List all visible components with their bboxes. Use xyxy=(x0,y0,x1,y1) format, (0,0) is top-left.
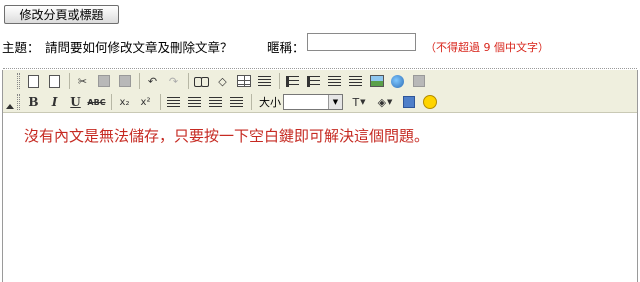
subscript-icon[interactable]: x₂ xyxy=(115,93,134,111)
preview-icon[interactable] xyxy=(24,72,43,90)
copy-icon[interactable] xyxy=(94,72,113,90)
bold-icon[interactable]: B xyxy=(24,93,43,111)
toolbar-row-2: B I U ABC x₂ x² 大小 ▼ T ▼ ◈ ▼ xyxy=(17,92,441,112)
align-center-icon[interactable] xyxy=(185,93,204,111)
unlink-icon[interactable] xyxy=(409,72,428,90)
toolbar-separator xyxy=(279,73,280,89)
font-size-select[interactable]: ▼ xyxy=(283,94,343,110)
chevron-down-icon[interactable]: ▼ xyxy=(328,95,342,109)
toolbar-grip[interactable] xyxy=(17,94,20,110)
template-icon[interactable] xyxy=(45,72,64,90)
undo-icon[interactable]: ↶ xyxy=(143,72,162,90)
eraser-icon[interactable]: ◇ xyxy=(213,72,232,90)
align-right-icon[interactable] xyxy=(206,93,225,111)
source-icon[interactable] xyxy=(399,93,418,111)
table-icon[interactable] xyxy=(234,72,253,90)
font-size-label: 大小 xyxy=(259,96,281,109)
subject-text: 請問要如何修改文章及刪除文章？ xyxy=(45,40,233,55)
numbered-list-icon[interactable] xyxy=(283,72,302,90)
superscript-icon[interactable]: x² xyxy=(136,93,155,111)
smiley-icon[interactable] xyxy=(420,93,439,111)
italic-icon[interactable]: I xyxy=(45,93,64,111)
editor-divider xyxy=(3,68,637,69)
editor-toolbar: ✂ ↶ ↷ ◇ B I U ABC x₂ x² 大小 ▼ T ▼ ◈ ▼ xyxy=(3,70,637,113)
nickname-limit-note: （不得超過 9 個中文字） xyxy=(425,41,549,54)
text-color-icon[interactable]: T ▼ xyxy=(347,93,371,111)
collapse-toolbar-icon[interactable] xyxy=(6,104,14,109)
image-icon[interactable] xyxy=(367,72,386,90)
toolbar-separator xyxy=(139,73,140,89)
subject-label: 主題： xyxy=(2,40,40,55)
align-left-icon[interactable] xyxy=(164,93,183,111)
toolbar-separator xyxy=(69,73,70,89)
toolbar-row-1: ✂ ↶ ↷ ◇ xyxy=(17,71,430,91)
toolbar-separator xyxy=(111,94,112,110)
paste-icon[interactable] xyxy=(115,72,134,90)
link-icon[interactable] xyxy=(388,72,407,90)
indent-icon[interactable] xyxy=(346,72,365,90)
toolbar-separator xyxy=(160,94,161,110)
background-color-icon[interactable]: ◈ ▼ xyxy=(373,93,397,111)
bullet-list-icon[interactable] xyxy=(304,72,323,90)
outdent-icon[interactable] xyxy=(325,72,344,90)
toolbar-separator xyxy=(251,94,252,110)
edit-title-button[interactable]: 修改分頁或標題 xyxy=(4,5,119,24)
editor-content-area[interactable]: 沒有內文是無法儲存，只要按一下空白鍵即可解決這個問題。 xyxy=(3,113,637,282)
justify-icon[interactable] xyxy=(227,93,246,111)
rich-text-editor: ✂ ↶ ↷ ◇ B I U ABC x₂ x² 大小 ▼ T ▼ ◈ ▼ 沒有內… xyxy=(2,68,638,282)
horizontal-rule-icon[interactable] xyxy=(255,72,274,90)
editor-content-text: 沒有內文是無法儲存，只要按一下空白鍵即可解決這個問題。 xyxy=(24,127,430,145)
strikethrough-icon[interactable]: ABC xyxy=(87,93,106,111)
toolbar-separator xyxy=(188,73,189,89)
nickname-label: 暱稱： xyxy=(267,40,305,55)
cut-icon[interactable]: ✂ xyxy=(73,72,92,90)
nickname-input[interactable] xyxy=(307,33,416,51)
underline-icon[interactable]: U xyxy=(66,93,85,111)
redo-icon[interactable]: ↷ xyxy=(164,72,183,90)
find-icon[interactable] xyxy=(192,72,211,90)
toolbar-grip[interactable] xyxy=(17,73,20,89)
